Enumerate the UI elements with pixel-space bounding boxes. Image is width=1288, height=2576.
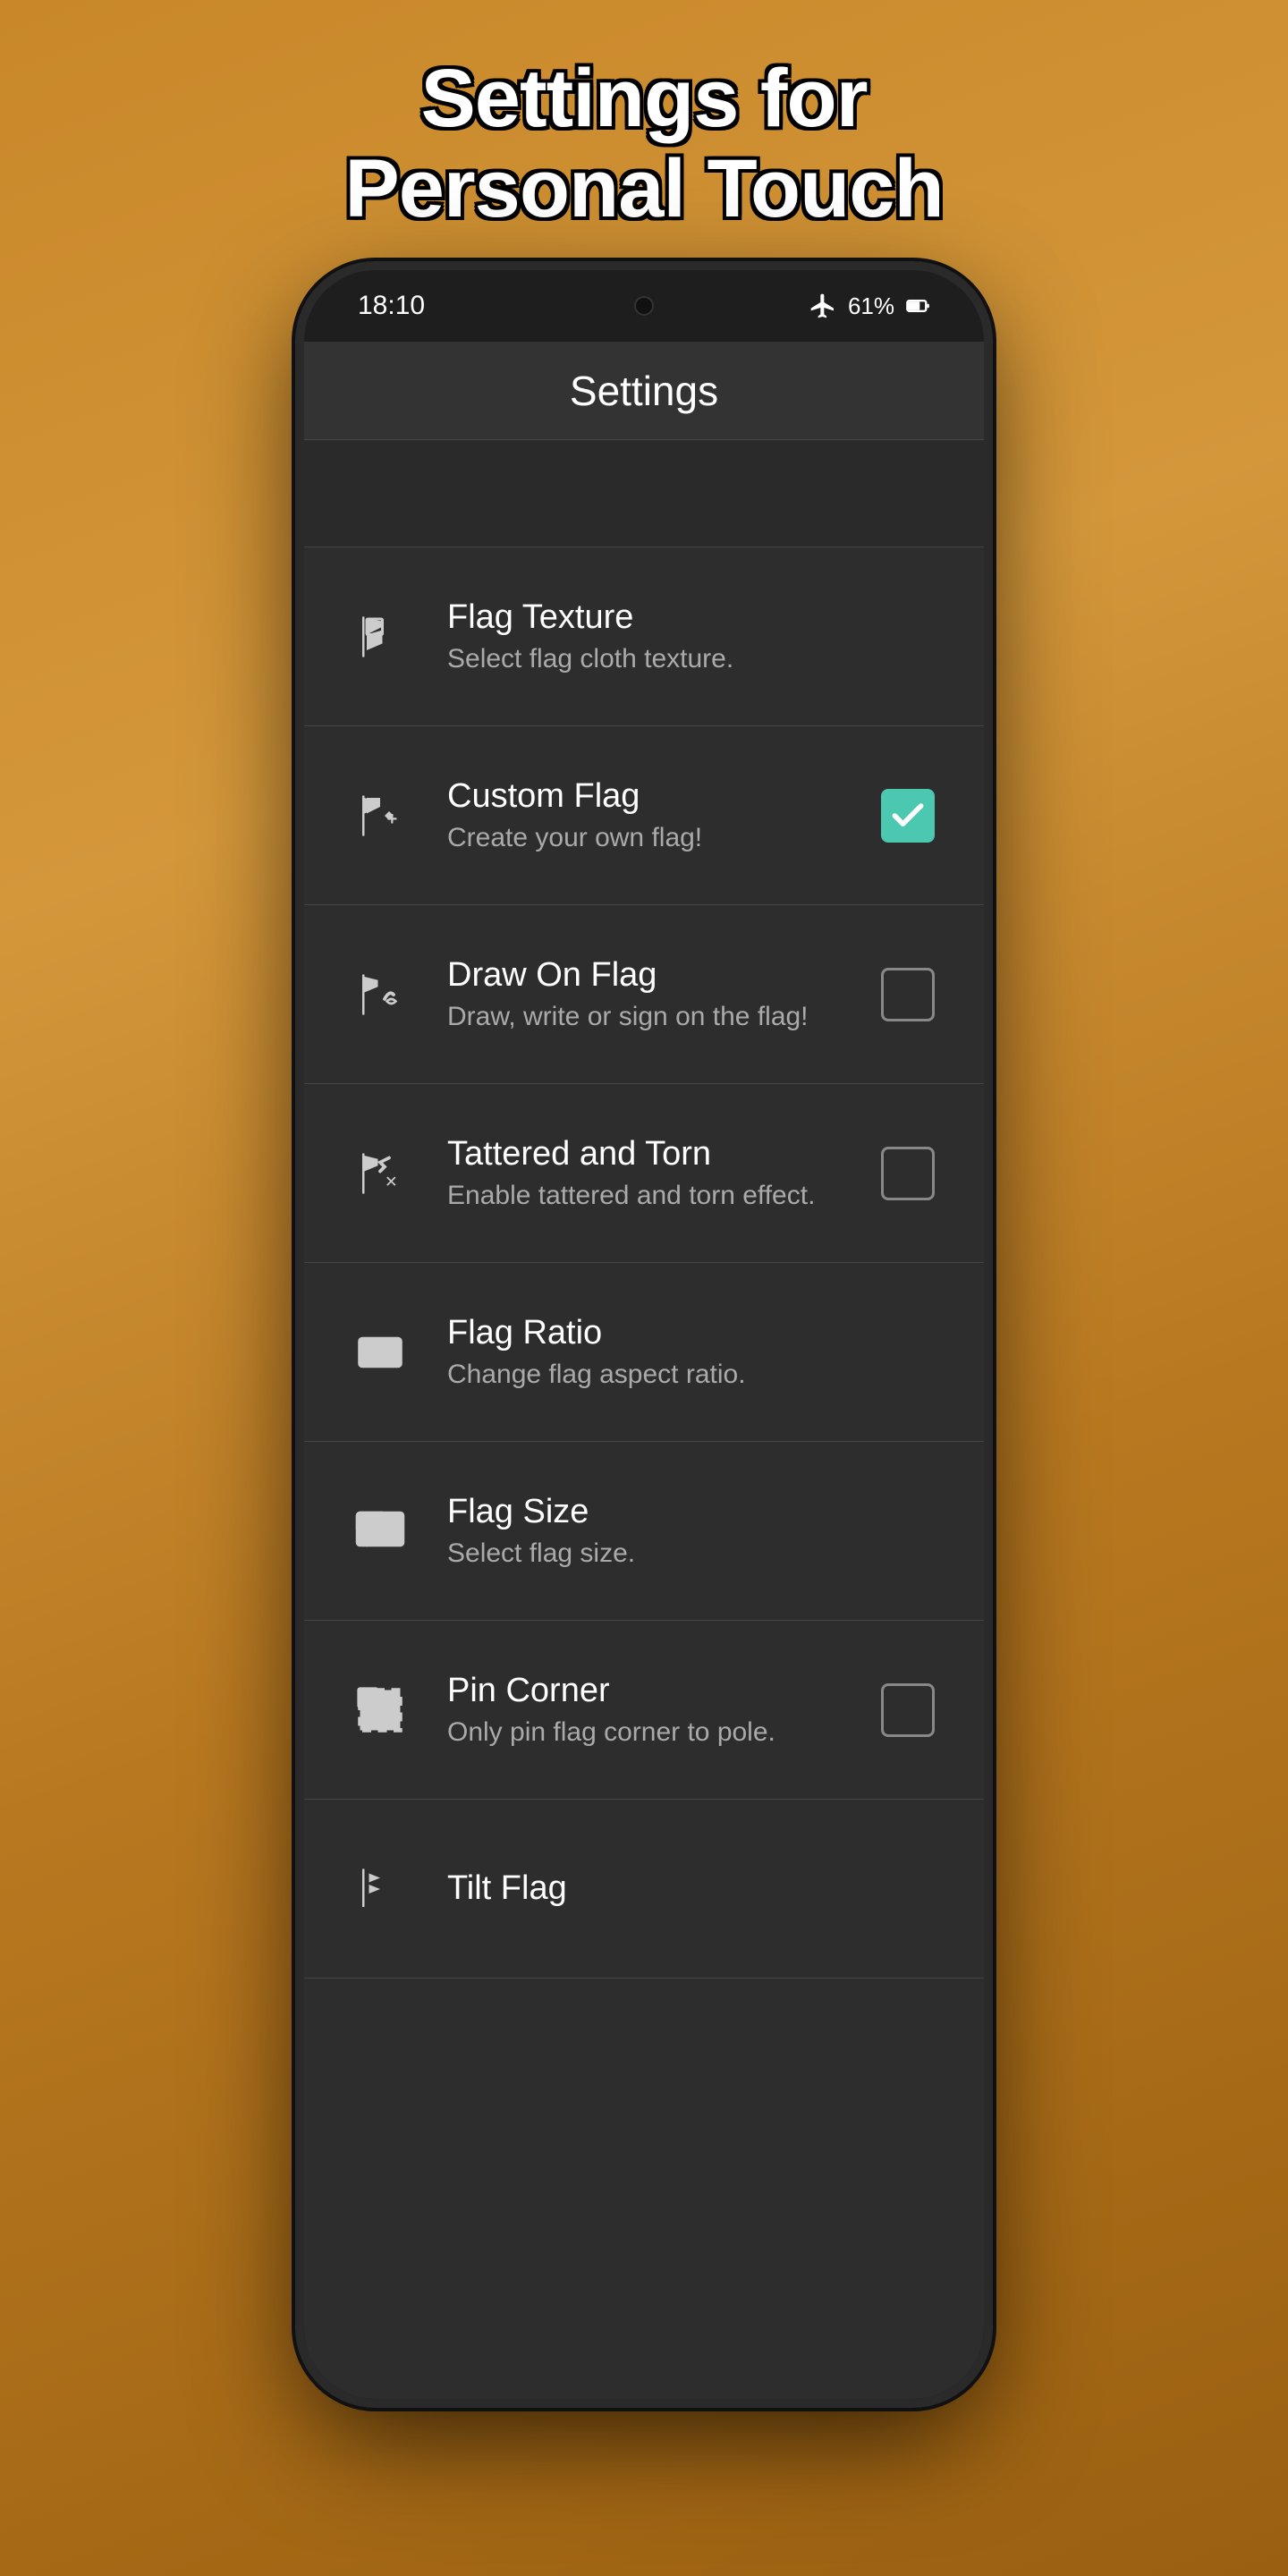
flag-ratio-icon (349, 1321, 411, 1384)
tattered-title: Tattered and Torn (447, 1135, 841, 1174)
pin-corner-title: Pin Corner (447, 1672, 841, 1710)
settings-item-flag-texture[interactable]: Flag Texture Select flag cloth texture. (304, 547, 984, 726)
settings-item-draw-on-flag[interactable]: Draw On Flag Draw, write or sign on the … (304, 905, 984, 1084)
phone-device: 18:10 61% Settings (304, 270, 984, 2399)
draw-flag-checkbox[interactable] (877, 963, 939, 1026)
tilt-flag-icon (349, 1858, 411, 1920)
battery-percent: 61% (848, 292, 894, 320)
flag-texture-subtitle: Select flag cloth texture. (447, 644, 939, 674)
tilt-flag-title: Tilt Flag (447, 1869, 939, 1908)
pin-corner-subtitle: Only pin flag corner to pole. (447, 1717, 841, 1748)
custom-flag-title: Custom Flag (447, 777, 841, 816)
status-right: 61% (809, 292, 930, 320)
tattered-checkbox[interactable] (877, 1142, 939, 1205)
settings-item-tattered-torn[interactable]: ✕ Tattered and Torn Enable tattered and … (304, 1084, 984, 1263)
settings-item-tilt-flag[interactable]: Tilt Flag (304, 1800, 984, 1979)
pin-corner-checkbox[interactable] (877, 1679, 939, 1741)
draw-flag-icon (349, 963, 411, 1026)
svg-text:✕: ✕ (385, 1173, 398, 1191)
tattered-subtitle: Enable tattered and torn effect. (447, 1181, 841, 1211)
pin-corner-icon (349, 1679, 411, 1741)
section-spacer (304, 440, 984, 547)
status-bar: 18:10 61% (304, 270, 984, 342)
app-bar-title: Settings (570, 367, 718, 415)
status-bar-camera (634, 296, 654, 316)
flag-texture-icon (349, 606, 411, 668)
status-time: 18:10 (358, 291, 425, 321)
settings-item-custom-flag[interactable]: + Custom Flag Create your own flag! (304, 726, 984, 905)
custom-flag-icon: + (349, 784, 411, 847)
settings-item-flag-size[interactable]: Flag Size Select flag size. (304, 1442, 984, 1621)
custom-flag-checkbox[interactable] (877, 784, 939, 847)
app-bar: Settings (304, 342, 984, 440)
svg-text:+: + (387, 809, 398, 829)
draw-flag-subtitle: Draw, write or sign on the flag! (447, 1002, 841, 1032)
draw-flag-title: Draw On Flag (447, 956, 841, 995)
flag-ratio-subtitle: Change flag aspect ratio. (447, 1360, 939, 1390)
battery-icon (905, 293, 930, 318)
settings-item-flag-ratio[interactable]: Flag Ratio Change flag aspect ratio. (304, 1263, 984, 1442)
settings-item-pin-corner[interactable]: Pin Corner Only pin flag corner to pole. (304, 1621, 984, 1800)
custom-flag-subtitle: Create your own flag! (447, 823, 841, 853)
page-title: Settings for Personal Touch (344, 54, 943, 234)
airplane-icon (809, 292, 837, 320)
flag-ratio-title: Flag Ratio (447, 1314, 939, 1352)
flag-size-subtitle: Select flag size. (447, 1538, 939, 1569)
tattered-icon: ✕ (349, 1142, 411, 1205)
flag-size-title: Flag Size (447, 1493, 939, 1531)
flag-texture-title: Flag Texture (447, 598, 939, 637)
flag-size-icon (349, 1500, 411, 1563)
settings-list: Flag Texture Select flag cloth texture. … (304, 547, 984, 2399)
